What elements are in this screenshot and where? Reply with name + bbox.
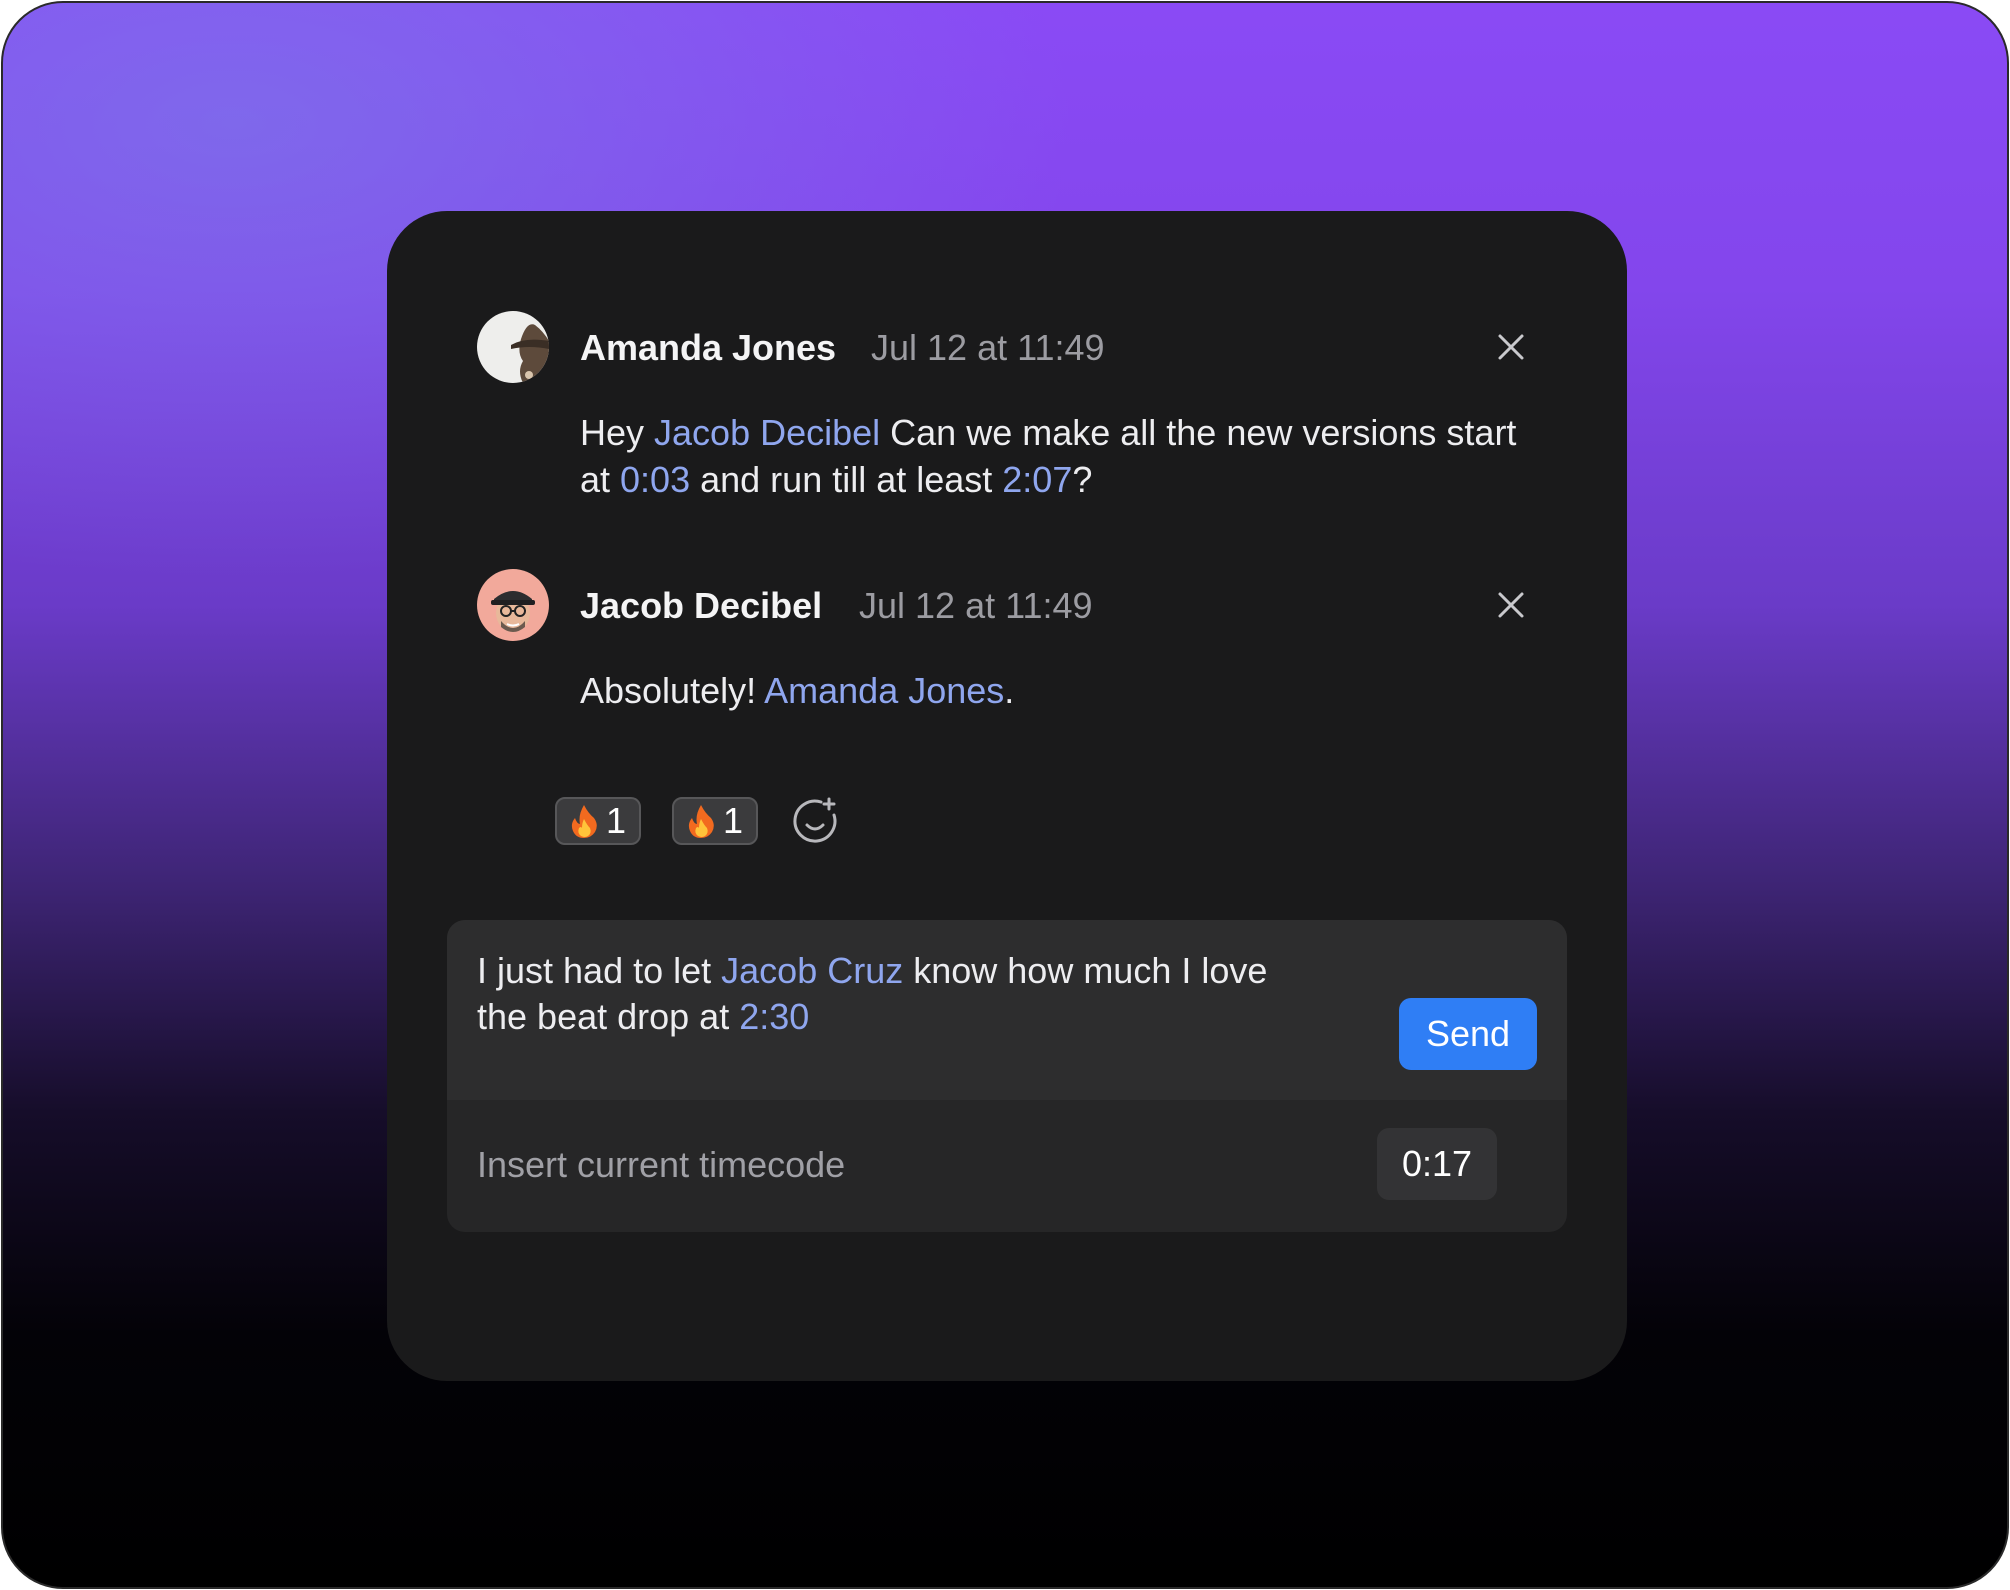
draft-text: I just had to let [477, 950, 722, 991]
comment-body: Absolutely! Amanda Jones. [580, 667, 1540, 714]
delete-comment-button[interactable] [1495, 589, 1527, 621]
comment-text: Hey [580, 412, 655, 453]
comment-text: Absolutely! [580, 670, 765, 711]
avatar[interactable] [477, 311, 549, 383]
add-reaction-button[interactable] [791, 797, 839, 845]
timecode-link[interactable]: 2:30 [739, 996, 809, 1037]
add-reaction-icon [793, 797, 837, 843]
avatar-jacob-icon [477, 569, 549, 641]
mention-link[interactable]: Amanda Jones [764, 670, 1004, 711]
comment-text: and run till at least [690, 459, 1003, 500]
mention-link[interactable]: Jacob Decibel [654, 412, 880, 453]
composer-footer: Insert current timecode 0:17 [447, 1100, 1567, 1232]
comment-body: Hey Jacob Decibel Can we make all the ne… [580, 409, 1540, 503]
comment-text: ? [1072, 459, 1093, 500]
timecode-link[interactable]: 2:07 [1002, 459, 1072, 500]
fire-emoji-icon [571, 805, 597, 838]
comment-timestamp: Jul 12 at 11:49 [871, 327, 1105, 368]
delete-comment-button[interactable] [1495, 331, 1527, 363]
comment-composer: I just had to let Jacob Cruz know how mu… [447, 920, 1567, 1232]
comment-author: Amanda Jones [580, 327, 837, 368]
send-button[interactable]: Send [1399, 998, 1537, 1070]
reaction-count: 1 [722, 800, 744, 841]
app-frame: Amanda Jones Jul 12 at 11:49 Hey Jacob D… [1, 1, 2009, 1589]
fire-emoji-icon [688, 805, 714, 838]
comment-text: . [1004, 670, 1015, 711]
comment-author: Jacob Decibel [580, 585, 823, 626]
close-icon [1498, 334, 1524, 360]
comment-input[interactable]: I just had to let Jacob Cruz know how mu… [477, 948, 1297, 1040]
reaction-count: 1 [605, 800, 627, 841]
reaction-chip[interactable]: 1 [555, 797, 641, 845]
comment-timestamp: Jul 12 at 11:49 [859, 585, 1093, 626]
comments-panel: Amanda Jones Jul 12 at 11:49 Hey Jacob D… [387, 211, 1627, 1381]
avatar-amanda-icon [477, 311, 549, 383]
composer-input-area[interactable]: I just had to let Jacob Cruz know how mu… [447, 920, 1567, 1100]
timecode-link[interactable]: 0:03 [620, 459, 690, 500]
insert-timecode-button[interactable]: Insert current timecode [477, 1144, 845, 1186]
avatar[interactable] [477, 569, 549, 641]
close-icon [1498, 592, 1524, 618]
current-timecode-badge[interactable]: 0:17 [1377, 1128, 1497, 1200]
reaction-chip[interactable]: 1 [672, 797, 758, 845]
mention-link[interactable]: Jacob Cruz [721, 950, 903, 991]
